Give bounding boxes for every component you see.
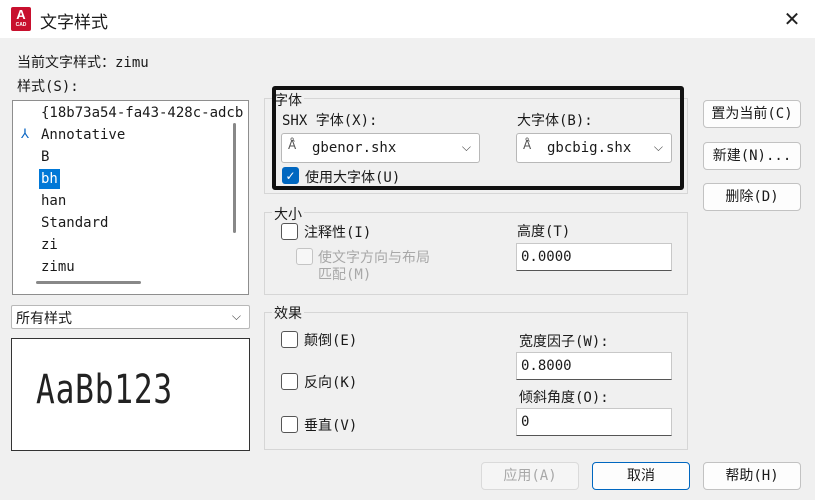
annotative-icon: ⅄	[21, 127, 29, 142]
height-input[interactable]: 0.0000	[516, 243, 672, 271]
vertical-label: 垂直(V)	[304, 418, 358, 434]
vertical-scrollbar[interactable]	[233, 123, 236, 233]
title-bar	[0, 0, 815, 38]
current-style-caption: 当前文字样式：	[17, 55, 115, 71]
annotative-label: 注释性(I)	[304, 225, 372, 241]
help-button[interactable]: 帮助(H)	[703, 462, 801, 490]
new-button[interactable]: 新建(N)...	[703, 142, 801, 170]
upside-down-label: 颠倒(E)	[304, 333, 358, 349]
chevron-down-icon: ⌵	[231, 309, 241, 323]
preview-box: AaBb123	[11, 338, 250, 451]
annotative-checkbox[interactable]	[281, 223, 298, 240]
list-item-selected[interactable]: bh	[39, 169, 60, 189]
list-item[interactable]: {18b73a54-fa43-428c-adcb	[39, 103, 245, 123]
horizontal-scrollbar[interactable]	[36, 281, 141, 284]
app-icon: A CAD	[11, 7, 31, 31]
styles-listbox[interactable]: {18b73a54-fa43-428c-adcb ⅄ Annotative B …	[12, 100, 249, 295]
width-factor-label: 宽度因子(W):	[519, 334, 609, 350]
styles-label: 样式(S):	[17, 79, 79, 95]
size-group-title: 大小	[272, 204, 304, 224]
current-style-label: 当前文字样式：zimu	[17, 52, 149, 72]
delete-button[interactable]: 删除(D)	[703, 183, 801, 211]
effects-group-title: 效果	[272, 303, 304, 323]
list-item[interactable]: Standard	[39, 213, 110, 233]
list-item[interactable]: zi	[39, 235, 60, 255]
upside-down-checkbox[interactable]	[281, 331, 298, 348]
cancel-button[interactable]: 取消	[592, 462, 690, 490]
highlight-frame	[272, 86, 684, 190]
window-title: 文字样式	[40, 13, 108, 33]
apply-button[interactable]: 应用(A)	[481, 462, 579, 490]
preview-text: AaBb123	[36, 367, 173, 413]
list-item[interactable]: han	[39, 191, 68, 211]
match-layout-checkbox[interactable]	[296, 248, 313, 265]
backwards-label: 反向(K)	[304, 375, 358, 391]
oblique-angle-label: 倾斜角度(O):	[519, 390, 609, 406]
current-style-value: zimu	[115, 55, 149, 71]
style-filter-select[interactable]: 所有样式 ⌵	[11, 305, 250, 329]
list-item[interactable]: Annotative	[39, 125, 127, 145]
backwards-checkbox[interactable]	[281, 373, 298, 390]
app-icon-sub: CAD	[15, 22, 27, 28]
set-current-button[interactable]: 置为当前(C)	[703, 100, 801, 128]
width-factor-input[interactable]: 0.8000	[516, 352, 672, 380]
close-icon[interactable]: ✕	[775, 4, 809, 34]
oblique-angle-input[interactable]: 0	[516, 408, 672, 436]
list-item[interactable]: B	[39, 147, 51, 167]
app-icon-letter: A	[16, 7, 26, 22]
style-filter-value: 所有样式	[16, 311, 72, 327]
list-item[interactable]: zimu	[39, 257, 77, 277]
vertical-checkbox[interactable]	[281, 416, 298, 433]
match-layout-label-line2: 匹配(M)	[318, 267, 372, 283]
height-label: 高度(T)	[517, 224, 571, 240]
